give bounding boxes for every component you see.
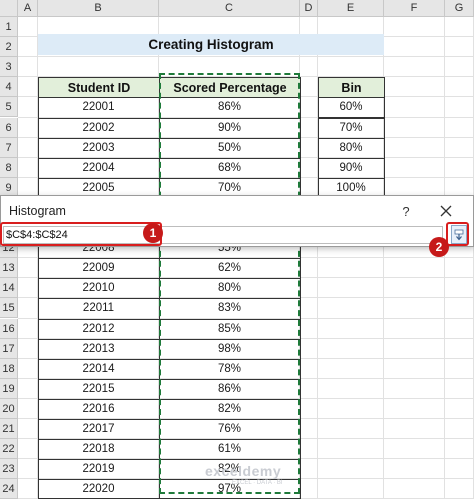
score-cell[interactable]: 98% <box>159 339 300 359</box>
student-id-cell[interactable]: 22020 <box>38 479 159 499</box>
sheet-title: Creating Histogram <box>38 34 384 55</box>
student-id-cell[interactable]: 22001 <box>38 97 159 117</box>
close-button[interactable] <box>433 200 459 222</box>
close-icon <box>440 205 452 217</box>
row-header-19[interactable]: 19 <box>0 378 18 399</box>
expand-arrow-icon <box>454 229 464 240</box>
header-bin[interactable]: Bin <box>318 77 385 99</box>
student-id-cell[interactable]: 22015 <box>38 379 159 399</box>
row-header-20[interactable]: 20 <box>0 398 18 419</box>
student-id-cell[interactable]: 22012 <box>38 319 159 339</box>
row-header-18[interactable]: 18 <box>0 358 18 379</box>
expand-dialog-button[interactable] <box>451 225 467 244</box>
spreadsheet-grid[interactable]: ABCDEFG123456789101112131415161718192021… <box>0 0 474 499</box>
range-input[interactable] <box>3 226 443 244</box>
row-header-4[interactable]: 4 <box>0 77 18 98</box>
bin-cell[interactable]: 90% <box>318 158 384 178</box>
header-student-id[interactable]: Student ID <box>38 77 160 99</box>
score-cell[interactable]: 83% <box>159 298 300 318</box>
column-header-f[interactable]: F <box>384 0 445 17</box>
help-button[interactable]: ? <box>395 200 417 222</box>
row-header-2[interactable]: 2 <box>0 37 18 58</box>
column-header-e[interactable]: E <box>318 0 384 17</box>
row-header-24[interactable]: 24 <box>0 479 18 499</box>
row-header-23[interactable]: 23 <box>0 459 18 480</box>
column-header-d[interactable]: D <box>300 0 318 17</box>
row-header-5[interactable]: 5 <box>0 97 18 118</box>
row-header-7[interactable]: 7 <box>0 137 18 158</box>
student-id-cell[interactable]: 22009 <box>38 258 159 278</box>
score-cell[interactable]: 85% <box>159 319 300 339</box>
score-cell[interactable]: 68% <box>159 158 300 178</box>
row-header-8[interactable]: 8 <box>0 157 18 178</box>
score-cell[interactable]: 86% <box>159 97 300 117</box>
header-scored-percentage[interactable]: Scored Percentage <box>159 77 301 99</box>
row-header-15[interactable]: 15 <box>0 298 18 319</box>
gridline-horizontal <box>18 56 474 58</box>
row-header-22[interactable]: 22 <box>0 439 18 460</box>
column-header-g[interactable]: G <box>445 0 474 17</box>
row-header-6[interactable]: 6 <box>0 117 18 138</box>
student-id-cell[interactable]: 22014 <box>38 359 159 379</box>
student-id-cell[interactable]: 22016 <box>38 399 159 419</box>
histogram-dialog: Histogram ? <box>0 195 474 247</box>
student-id-cell[interactable]: 22003 <box>38 138 159 158</box>
score-cell[interactable]: 50% <box>159 138 300 158</box>
student-id-cell[interactable]: 22019 <box>38 459 159 479</box>
column-header-c[interactable]: C <box>159 0 300 17</box>
student-id-cell[interactable]: 22011 <box>38 298 159 318</box>
row-header-13[interactable]: 13 <box>0 258 18 279</box>
row-header-14[interactable]: 14 <box>0 278 18 299</box>
score-cell[interactable]: 82% <box>159 399 300 419</box>
student-id-cell[interactable]: 22013 <box>38 339 159 359</box>
row-header-3[interactable]: 3 <box>0 57 18 78</box>
column-header-a[interactable]: A <box>18 0 38 17</box>
score-cell[interactable]: 61% <box>159 439 300 459</box>
dialog-title: Histogram <box>9 204 66 218</box>
watermark-logo: exceldemy <box>205 463 282 479</box>
watermark-tagline: EXCEL · DATA · BI <box>232 480 283 486</box>
score-cell[interactable]: 76% <box>159 419 300 439</box>
row-header-16[interactable]: 16 <box>0 318 18 339</box>
score-cell[interactable]: 62% <box>159 258 300 278</box>
bin-cell[interactable]: 60% <box>318 97 384 117</box>
student-id-cell[interactable]: 22017 <box>38 419 159 439</box>
score-cell[interactable]: 86% <box>159 379 300 399</box>
score-cell[interactable]: 90% <box>159 118 300 138</box>
student-id-cell[interactable]: 22018 <box>38 439 159 459</box>
student-id-cell[interactable]: 22004 <box>38 158 159 178</box>
student-id-cell[interactable]: 22002 <box>38 118 159 138</box>
row-header-1[interactable]: 1 <box>0 17 18 38</box>
column-header-b[interactable]: B <box>38 0 159 17</box>
row-header-21[interactable]: 21 <box>0 419 18 440</box>
score-cell[interactable]: 80% <box>159 278 300 298</box>
annotation-badge-1: 1 <box>143 223 163 243</box>
row-header-17[interactable]: 17 <box>0 338 18 359</box>
select-all-corner[interactable] <box>0 0 18 17</box>
bin-cell[interactable]: 80% <box>318 138 384 158</box>
score-cell[interactable]: 78% <box>159 359 300 379</box>
student-id-cell[interactable]: 22010 <box>38 278 159 298</box>
annotation-badge-2: 2 <box>429 237 449 257</box>
bin-cell[interactable]: 70% <box>318 118 384 138</box>
